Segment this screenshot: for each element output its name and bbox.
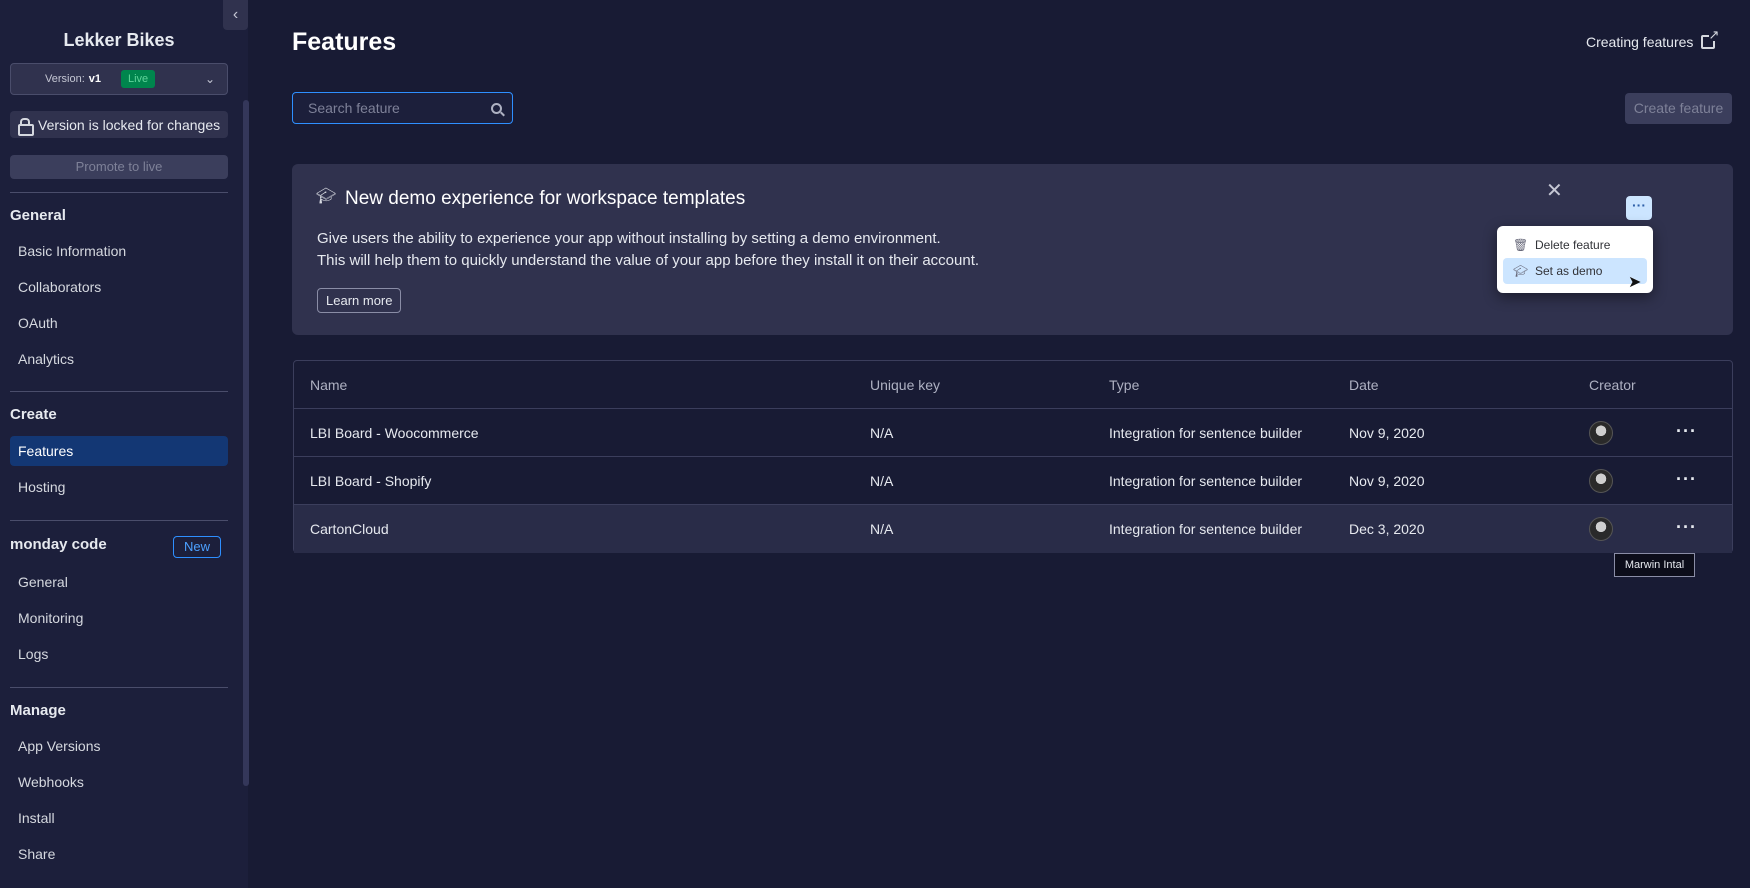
version-select[interactable]: Version: v1 Live ⌄ — [10, 63, 228, 95]
feature-name: LBI Board - Woocommerce — [310, 425, 479, 441]
feature-date: Nov 9, 2020 — [1349, 473, 1425, 489]
banner-more-button[interactable]: ··· — [1626, 196, 1652, 220]
column-header-name[interactable]: Name — [310, 361, 347, 409]
sidebar-item-hosting[interactable]: Hosting — [10, 472, 228, 502]
version-locked-notice: Version is locked for changes — [10, 111, 228, 138]
new-badge: New — [173, 536, 221, 558]
version-label: Version: — [45, 73, 85, 85]
creator-tooltip: Marwin Intal — [1614, 553, 1695, 577]
menu-item-set-as-demo[interactable]: 🎓︎ Set as demo — [1503, 258, 1647, 284]
close-icon[interactable]: ✕ — [1546, 178, 1563, 203]
live-status-badge: Live — [121, 70, 156, 88]
sidebar-item-features[interactable]: Features — [10, 436, 228, 466]
version-locked-text: Version is locked for changes — [38, 116, 221, 133]
sidebar-item-oauth[interactable]: OAuth — [10, 308, 228, 338]
sidebar-divider — [10, 520, 228, 521]
external-link-icon — [1701, 28, 1720, 49]
learn-more-button[interactable]: Learn more — [317, 288, 402, 313]
chevron-down-icon: ⌄ — [204, 72, 215, 86]
creating-features-link[interactable]: Creating features — [1586, 28, 1720, 50]
sidebar-item-install[interactable]: Install — [10, 803, 228, 833]
sidebar-divider — [10, 192, 228, 193]
graduation-cap-icon: 🎓︎ — [1513, 264, 1529, 278]
banner-description-line-1: Give users the ability to experience you… — [317, 230, 941, 247]
column-header-creator[interactable]: Creator — [1589, 361, 1636, 409]
creator-avatar[interactable] — [1589, 421, 1613, 445]
banner-description-line-2: This will help them to quickly understan… — [317, 252, 980, 269]
row-more-button[interactable]: ··· — [1676, 409, 1697, 457]
collapse-sidebar-button[interactable]: ‹ — [223, 0, 248, 30]
create-feature-button[interactable]: Create feature — [1625, 93, 1732, 124]
feature-type: Integration for sentence builder — [1109, 473, 1303, 489]
table-header-row: Name Unique key Type Date Creator — [294, 361, 1732, 409]
row-more-button[interactable]: ··· — [1676, 457, 1697, 505]
trash-icon: 🗑︎ — [1513, 238, 1529, 252]
menu-item-label: Set as demo — [1535, 264, 1603, 278]
row-more-button[interactable]: ··· — [1676, 505, 1697, 553]
sidebar-item-monitoring[interactable]: Monitoring — [10, 603, 228, 633]
feature-type: Integration for sentence builder — [1109, 521, 1303, 537]
features-table: Name Unique key Type Date Creator LBI Bo… — [293, 360, 1733, 553]
version-value: v1 — [88, 73, 101, 85]
sidebar-item-app-versions[interactable]: App Versions — [10, 731, 228, 761]
sidebar-item-share[interactable]: Share — [10, 839, 228, 869]
section-title-monday-code: monday code — [10, 536, 107, 553]
sidebar-divider — [10, 687, 228, 688]
app-name: Lekker Bikes — [63, 30, 175, 50]
banner-title: New demo experience for workspace templa… — [345, 188, 746, 209]
section-title-general: General — [10, 207, 66, 224]
graduation-cap-icon: 🎓︎ — [316, 188, 337, 205]
sidebar-item-logs[interactable]: Logs — [10, 639, 228, 669]
search-input[interactable] — [308, 100, 491, 116]
creating-features-label: Creating features — [1586, 34, 1694, 50]
promote-to-live-button[interactable]: Promote to live — [10, 155, 228, 179]
feature-name: LBI Board - Shopify — [310, 473, 432, 489]
table-row[interactable]: CartonCloud N/A Integration for sentence… — [294, 505, 1732, 553]
section-title-create: Create — [10, 406, 57, 423]
feature-name: CartonCloud — [310, 521, 389, 537]
creator-avatar[interactable] — [1589, 469, 1613, 493]
chevron-left-icon: ‹ — [232, 6, 239, 23]
menu-item-delete-feature[interactable]: 🗑︎ Delete feature — [1503, 232, 1647, 258]
sidebar-divider — [10, 391, 228, 392]
search-icon[interactable] — [491, 102, 502, 114]
menu-item-label: Delete feature — [1535, 238, 1611, 252]
feature-date: Dec 3, 2020 — [1349, 521, 1425, 537]
column-header-unique-key[interactable]: Unique key — [870, 361, 940, 409]
sidebar-item-general[interactable]: General — [10, 567, 228, 597]
column-header-date[interactable]: Date — [1349, 361, 1379, 409]
search-box[interactable] — [292, 92, 513, 124]
feature-key: N/A — [870, 521, 894, 537]
sidebar-item-collaborators[interactable]: Collaborators — [10, 272, 228, 302]
lock-icon — [18, 117, 34, 136]
sidebar-item-webhooks[interactable]: Webhooks — [10, 767, 228, 797]
feature-key: N/A — [870, 473, 894, 489]
sidebar-item-analytics[interactable]: Analytics — [10, 344, 228, 374]
section-title-manage: Manage — [10, 702, 66, 719]
column-header-type[interactable]: Type — [1109, 361, 1139, 409]
creator-avatar[interactable] — [1589, 517, 1613, 541]
table-row[interactable]: LBI Board - Shopify N/A Integration for … — [294, 457, 1732, 505]
feature-type: Integration for sentence builder — [1109, 425, 1303, 441]
sidebar-item-basic-information[interactable]: Basic Information — [10, 236, 228, 266]
page-title: Features — [292, 28, 397, 56]
sidebar: ‹ Lekker Bikes Version: v1 Live ⌄ Versio… — [0, 0, 249, 888]
feature-key: N/A — [870, 425, 894, 441]
table-row[interactable]: LBI Board - Woocommerce N/A Integration … — [294, 409, 1732, 457]
mouse-cursor-icon: ➤ — [1628, 274, 1642, 291]
feature-date: Nov 9, 2020 — [1349, 425, 1425, 441]
sidebar-scrollbar[interactable] — [243, 100, 249, 786]
